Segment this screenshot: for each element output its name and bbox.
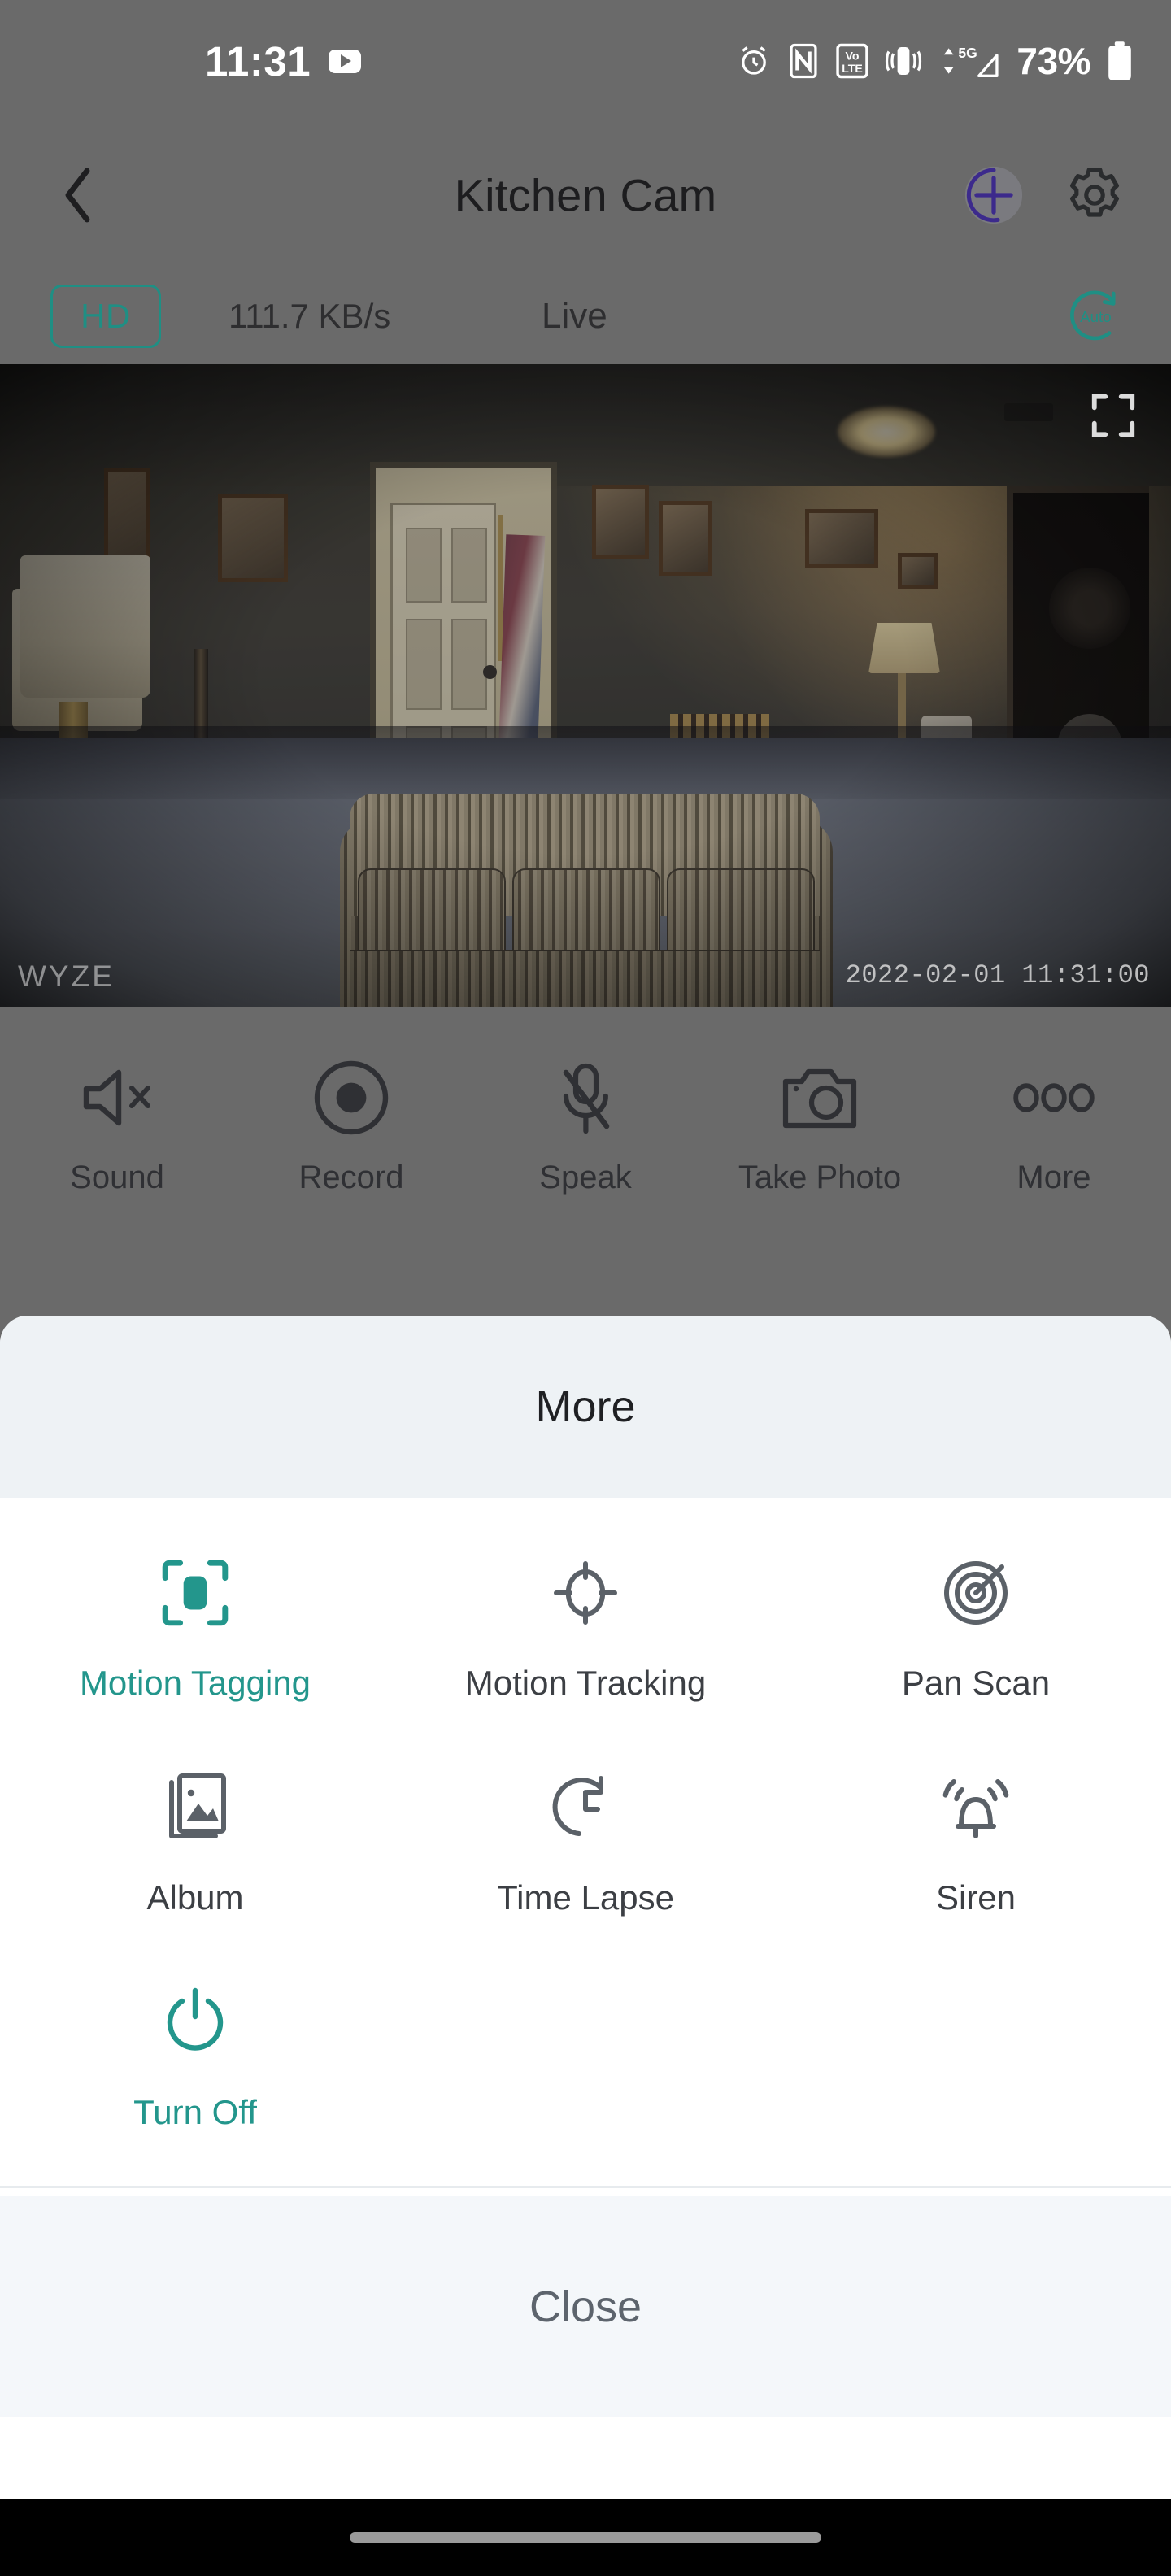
control-label: More [1016,1160,1091,1195]
control-record[interactable]: Record [234,1007,468,1316]
youtube-play-icon [329,49,362,73]
battery-full-icon [1106,41,1134,81]
settings-button[interactable] [1060,161,1129,229]
control-more[interactable]: More [937,1007,1171,1316]
svg-text:LTE: LTE [842,62,864,75]
power-icon [161,1978,229,2067]
sheet-item-motion-tracking[interactable]: Motion Tracking [390,1516,781,1730]
circle-plus-icon [964,166,1023,224]
sheet-header: More [0,1316,1171,1498]
record-circle-icon [312,1054,390,1142]
sheet-item-label: Motion Tracking [464,1664,707,1702]
control-label: Take Photo [738,1160,902,1195]
fullscreen-expand-icon [1091,394,1135,437]
sheet-item-label: Turn Off [133,2093,257,2131]
siren-bell-icon [939,1763,1012,1852]
add-device-button[interactable] [960,161,1028,229]
sheet-action-grid: Motion Tagging Motion Tracking Pan Scan … [0,1498,1171,2196]
hd-quality-button[interactable]: HD [50,285,161,348]
grid-row: Turn Off [0,1945,1171,2160]
control-label: Record [298,1160,404,1195]
speaker-muted-icon [76,1054,158,1142]
camera-live-view-screen: 11:31 Vo LTE 5G 73% Kitchen Cam HD 111.7… [0,0,1171,2576]
camera-icon [779,1054,860,1142]
header-actions [960,161,1129,229]
control-sound[interactable]: Sound [0,1007,234,1316]
fullscreen-button[interactable] [1088,390,1138,441]
motion-tagging-icon [159,1548,232,1638]
ellipsis-icon [1012,1054,1096,1142]
sheet-item-label: Album [146,1878,244,1917]
svg-text:Auto: Auto [1080,308,1111,325]
control-take-photo[interactable]: Take Photo [703,1007,937,1316]
camera-scene-image [0,364,1171,1007]
sheet-divider [0,2186,1171,2188]
grid-row: Motion Tagging Motion Tracking Pan Scan [0,1516,1171,1730]
motion-tracking-icon [550,1548,621,1638]
gear-icon [1070,168,1119,217]
time-lapse-icon [550,1763,621,1852]
album-image-icon [160,1763,230,1852]
wyze-watermark: WYZE [18,959,115,993]
camera-control-bar: Sound Record Speak Take Photo More [0,1007,1171,1316]
live-status-label: Live [542,296,607,336]
sheet-item-label: Time Lapse [497,1878,674,1917]
grid-row: Album Time Lapse Siren [0,1730,1171,1945]
sheet-item-label: Motion Tagging [79,1664,311,1702]
control-label: Speak [539,1160,632,1195]
battery-percent-label: 73% [1016,40,1090,82]
status-clock: 11:31 [205,37,311,85]
sheet-item-time-lapse[interactable]: Time Lapse [390,1730,781,1945]
app-header: Kitchen Cam [0,122,1171,268]
sheet-item-label: Siren [935,1878,1016,1917]
sheet-item-motion-tagging[interactable]: Motion Tagging [0,1516,390,1730]
status-bar-right: Vo LTE 5G 73% [736,39,1134,83]
live-video-feed[interactable]: WYZE 2022-02-01 11:31:00 [0,364,1171,1007]
alarm-clock-icon [736,43,772,79]
status-bar: 11:31 Vo LTE 5G 73% [0,0,1171,122]
sheet-title: More [535,1382,636,1431]
close-label: Close [529,2282,642,2331]
sheet-item-album[interactable]: Album [0,1730,390,1945]
stream-quality-bar: HD 111.7 KB/s Live Auto [0,268,1171,364]
sheet-item-pan-scan[interactable]: Pan Scan [781,1516,1171,1730]
svg-text:Vo: Vo [846,49,860,62]
auto-mode-button[interactable]: Auto [1065,286,1125,346]
more-bottom-sheet: More Motion Tagging Motion Tracking Pan … [0,1316,1171,2499]
home-indicator[interactable] [350,2532,821,2543]
sheet-item-turn-off[interactable]: Turn Off [0,1945,390,2160]
volte-icon: Vo LTE [835,42,869,80]
5g-signal-icon: 5G [938,41,1001,80]
control-label: Sound [70,1160,164,1195]
sheet-item-siren[interactable]: Siren [781,1730,1171,1945]
svg-text:5G: 5G [959,45,977,61]
vibrate-icon [885,43,922,79]
pan-scan-icon [940,1548,1012,1638]
close-sheet-button[interactable]: Close [0,2196,1171,2417]
nfc-icon [787,42,820,80]
video-timestamp: 2022-02-01 11:31:00 [845,960,1150,990]
system-navigation-bar [0,2499,1171,2576]
bitrate-label: 111.7 KB/s [229,297,391,335]
status-bar-left: 11:31 [205,37,362,85]
control-speak[interactable]: Speak [468,1007,703,1316]
microphone-muted-icon [548,1054,623,1142]
auto-rotate-icon: Auto [1070,290,1116,341]
sheet-item-label: Pan Scan [901,1664,1051,1702]
